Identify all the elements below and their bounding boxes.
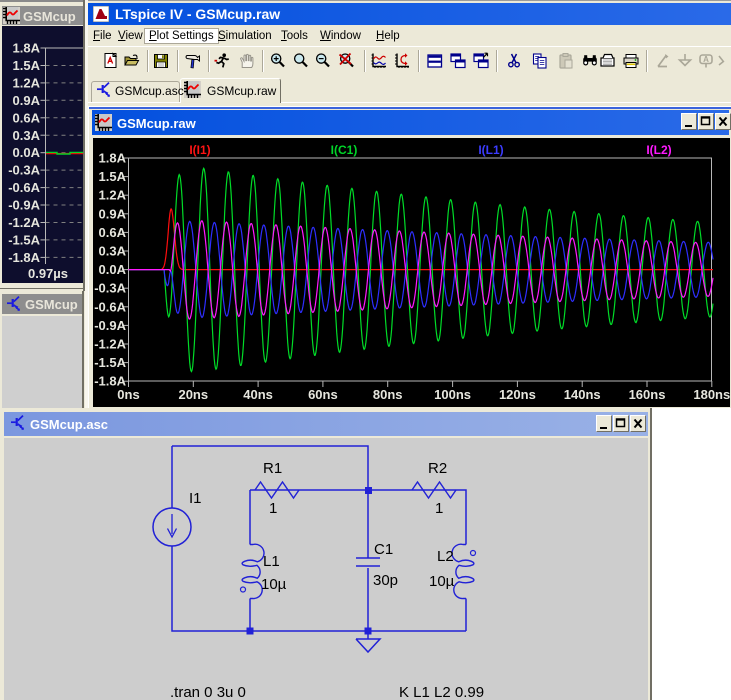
svg-text:0.97µs: 0.97µs: [28, 266, 68, 281]
svg-text:1.5A: 1.5A: [13, 58, 41, 73]
svg-text:L2: L2: [437, 548, 454, 565]
svg-text:0.3A: 0.3A: [99, 244, 127, 259]
svg-text:1: 1: [269, 500, 277, 517]
svg-text:160ns: 160ns: [629, 387, 666, 402]
svg-text:10µ: 10µ: [261, 576, 287, 593]
svg-text:1.8A: 1.8A: [99, 151, 127, 166]
svg-text:0.6A: 0.6A: [99, 225, 127, 240]
svg-text:120ns: 120ns: [499, 387, 536, 402]
svg-text:C1: C1: [374, 541, 393, 558]
svg-text:0.0A: 0.0A: [13, 145, 41, 160]
svg-text:0.6A: 0.6A: [13, 110, 41, 125]
svg-text:I(L1): I(L1): [478, 143, 503, 157]
svg-text:-1.2A: -1.2A: [8, 215, 40, 230]
svg-text:I(L2): I(L2): [646, 143, 671, 157]
svg-text:-1.8A: -1.8A: [8, 250, 40, 265]
svg-text:I(C1): I(C1): [331, 143, 358, 157]
svg-text:A: A: [703, 55, 709, 64]
svg-text:-1.5A: -1.5A: [94, 355, 126, 370]
svg-text:K L1 L2 0.99: K L1 L2 0.99: [399, 684, 484, 700]
svg-text:20ns: 20ns: [178, 387, 208, 402]
svg-text:I(I1): I(I1): [189, 143, 210, 157]
svg-text:1.8A: 1.8A: [13, 41, 41, 56]
svg-text:0.9A: 0.9A: [13, 93, 41, 108]
svg-text:-0.6A: -0.6A: [8, 180, 40, 195]
svg-text:1.2A: 1.2A: [99, 188, 127, 203]
svg-text:-0.6A: -0.6A: [94, 299, 126, 314]
svg-text:0.0A: 0.0A: [99, 262, 127, 277]
svg-text:-0.3A: -0.3A: [94, 281, 126, 296]
svg-text:-0.9A: -0.9A: [94, 318, 126, 333]
svg-text:0ns: 0ns: [117, 387, 139, 402]
svg-text:-0.9A: -0.9A: [8, 198, 40, 213]
svg-text:-1.5A: -1.5A: [8, 232, 40, 247]
svg-text:R1: R1: [263, 460, 282, 477]
svg-text:1.2A: 1.2A: [13, 75, 41, 90]
svg-text:1: 1: [435, 500, 443, 517]
svg-text:10µ: 10µ: [429, 573, 455, 590]
svg-text:100ns: 100ns: [434, 387, 471, 402]
svg-text:-0.3A: -0.3A: [8, 163, 40, 178]
svg-text:180ns: 180ns: [693, 387, 730, 402]
svg-text:L1: L1: [263, 553, 280, 570]
svg-text:80ns: 80ns: [373, 387, 403, 402]
svg-text:140ns: 140ns: [564, 387, 601, 402]
svg-text:60ns: 60ns: [308, 387, 338, 402]
svg-text:.tran 0 3u 0: .tran 0 3u 0: [170, 684, 246, 700]
svg-text:30p: 30p: [373, 572, 398, 589]
svg-text:1.5A: 1.5A: [99, 169, 127, 184]
svg-text:-1.2A: -1.2A: [94, 337, 126, 352]
svg-text:0.3A: 0.3A: [13, 128, 41, 143]
svg-text:I1: I1: [189, 490, 202, 507]
svg-text:0.9A: 0.9A: [99, 206, 127, 221]
svg-text:R2: R2: [428, 460, 447, 477]
svg-text:40ns: 40ns: [243, 387, 273, 402]
